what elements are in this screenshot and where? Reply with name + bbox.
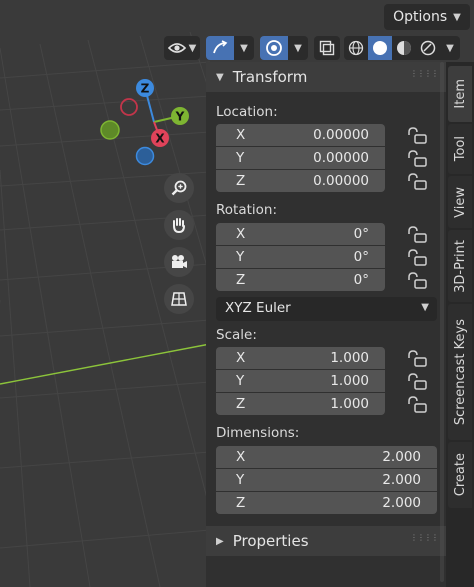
pan-button[interactable] [164, 210, 194, 240]
location-y-lock-icon[interactable] [406, 150, 428, 168]
rotation-y-lock-icon[interactable] [406, 249, 428, 267]
tab-tool[interactable]: Tool [448, 124, 472, 174]
pan-hand-icon [173, 218, 185, 234]
rotation-y-field[interactable]: Y 0° [216, 246, 385, 268]
gizmo-y-label: Y [175, 110, 185, 124]
visibility-eye-icon [167, 43, 186, 53]
rotation-z-lock-icon[interactable] [406, 272, 428, 290]
drag-grip-icon[interactable]: ⋮⋮⋮⋮ [410, 70, 439, 78]
shading-solid-button[interactable] [368, 36, 392, 60]
tab-item[interactable]: Item [448, 66, 472, 122]
gizmo-neg-x-icon [120, 98, 138, 116]
chevron-down-icon: ▼ [453, 11, 461, 23]
shading-wireframe-button[interactable] [344, 36, 368, 60]
camera-view-icon [172, 255, 187, 268]
zoom-icon [171, 180, 187, 196]
drag-grip-icon[interactable]: ⋮⋮⋮⋮ [410, 534, 439, 542]
dimensions-z-field[interactable]: Z 2.000 [216, 492, 437, 514]
gizmo-x-label: X [155, 132, 165, 146]
tab-create[interactable]: Create [448, 442, 472, 508]
chevron-down-icon: ▼ [294, 42, 302, 54]
gizmo-toggle-icon [213, 40, 228, 54]
gizmo-toggle-button[interactable] [206, 36, 234, 60]
location-label: Location: [216, 104, 278, 120]
chevron-down-icon: ▼ [188, 42, 197, 54]
sidebar-tabs: Item Tool View 3D-Print Screencast Keys … [446, 62, 474, 587]
rotation-x-lock-icon[interactable] [406, 226, 428, 244]
ortho-grid-icon [171, 292, 187, 306]
ortho-toggle-button[interactable] [164, 284, 194, 314]
overlays-icon [266, 40, 282, 56]
gizmo-dropdown[interactable]: ▼ [234, 36, 254, 60]
xray-toggle-button[interactable] [314, 36, 340, 60]
options-label: Options [393, 9, 448, 25]
gizmo-neg-z-icon [135, 146, 155, 166]
rotation-x-field[interactable]: X 0° [216, 223, 385, 245]
scale-z-lock-icon[interactable] [406, 396, 428, 414]
collapsed-triangle-icon: ▶ [216, 535, 224, 547]
chevron-down-icon: ▼ [446, 42, 454, 54]
dimensions-x-field[interactable]: X 2.000 [216, 446, 437, 468]
chevron-down-icon: ▼ [240, 42, 248, 54]
dimensions-label: Dimensions: [216, 425, 300, 441]
tab-3d-print[interactable]: 3D-Print [448, 230, 472, 302]
rotation-z-field[interactable]: Z 0° [216, 269, 385, 291]
scale-z-field[interactable]: Z 1.000 [216, 393, 385, 415]
tab-screencast-keys[interactable]: Screencast Keys [448, 304, 472, 440]
sidebar-scrollbar[interactable] [440, 62, 444, 582]
overlays-dropdown[interactable]: ▼ [288, 36, 308, 60]
shading-material-icon [397, 41, 411, 55]
location-z-field[interactable]: Z 0.00000 [216, 170, 385, 192]
location-x-lock-icon[interactable] [406, 127, 428, 145]
x-axis-line [0, 343, 211, 385]
properties-panel-header[interactable]: ▶ Properties ⋮⋮⋮⋮ [206, 526, 446, 556]
xray-toggle-icon [319, 40, 335, 56]
visibility-dropdown[interactable]: ▼ [164, 36, 200, 60]
scale-x-field[interactable]: X 1.000 [216, 347, 385, 369]
scale-y-field[interactable]: Y 1.000 [216, 370, 385, 392]
zoom-button[interactable] [164, 173, 194, 203]
tab-view[interactable]: View [448, 176, 472, 228]
location-x-field[interactable]: X 0.00000 [216, 124, 385, 146]
rotation-mode-select[interactable]: XYZ Euler ▼ [216, 297, 437, 321]
shading-material-button[interactable] [392, 36, 416, 60]
expand-triangle-icon: ▼ [216, 71, 224, 83]
overlays-toggle-button[interactable] [260, 36, 288, 60]
options-button[interactable]: Options ▼ [384, 4, 470, 30]
shading-wireframe-icon [348, 40, 364, 56]
camera-view-button[interactable] [164, 247, 194, 277]
shading-solid-icon [373, 41, 387, 55]
shading-rendered-icon [420, 40, 436, 56]
dimensions-y-field[interactable]: Y 2.000 [216, 469, 437, 491]
transform-panel-header[interactable]: ▼ Transform ⋮⋮⋮⋮ [206, 62, 446, 92]
gizmo-z-label: Z [141, 82, 150, 96]
transform-title: Transform [232, 68, 308, 86]
rotation-label: Rotation: [216, 202, 278, 218]
location-y-field[interactable]: Y 0.00000 [216, 147, 385, 169]
gizmo-neg-y-icon [100, 120, 120, 140]
scale-x-lock-icon[interactable] [406, 350, 428, 368]
rotation-mode-value: XYZ Euler [225, 300, 291, 316]
location-z-lock-icon[interactable] [406, 173, 428, 191]
navigation-gizmo[interactable]: Z Y X [96, 76, 196, 170]
shading-rendered-button[interactable] [416, 36, 440, 60]
scale-label: Scale: [216, 327, 257, 343]
chevron-down-icon: ▼ [421, 302, 429, 313]
properties-title: Properties [232, 532, 309, 550]
shading-dropdown[interactable]: ▼ [440, 36, 460, 60]
scale-y-lock-icon[interactable] [406, 373, 428, 391]
